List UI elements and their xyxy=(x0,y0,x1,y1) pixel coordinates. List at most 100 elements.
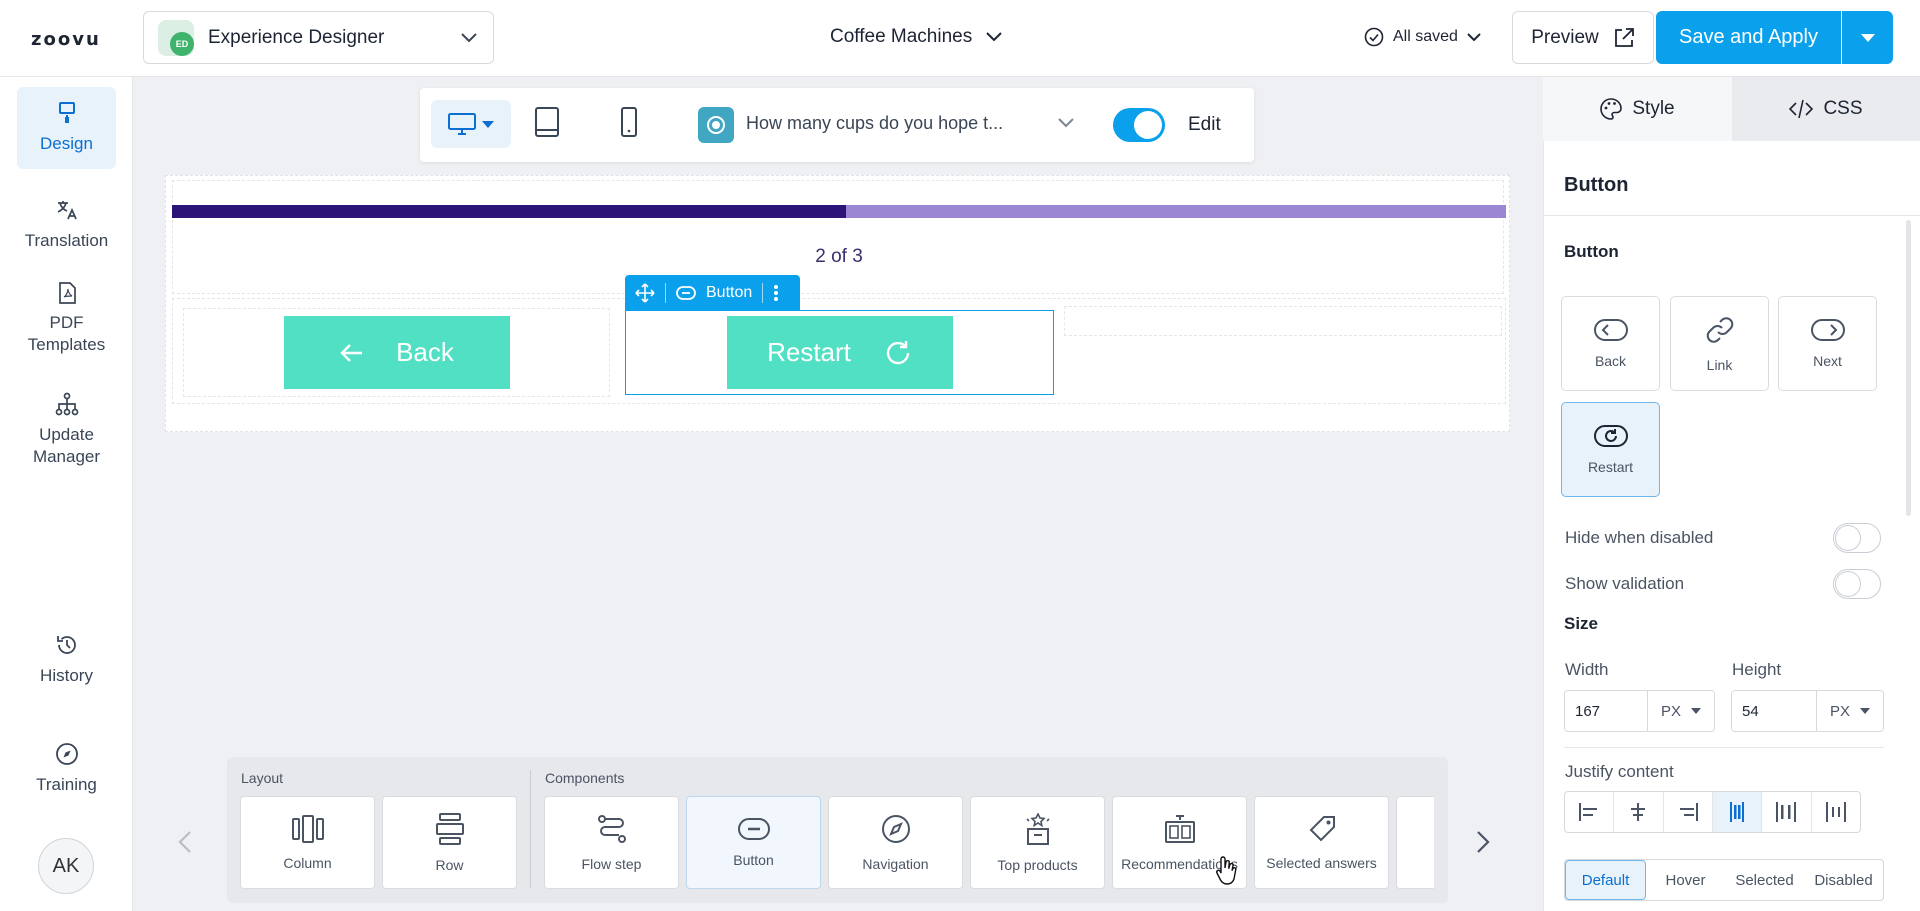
tab-css[interactable]: CSS xyxy=(1732,77,1920,141)
move-icon[interactable] xyxy=(635,282,655,303)
size-divider xyxy=(1564,747,1884,748)
component-partial[interactable] xyxy=(1396,796,1434,889)
link-icon xyxy=(1706,316,1733,343)
justify-start-button[interactable] xyxy=(1565,792,1615,832)
back-button[interactable]: Back xyxy=(284,316,510,389)
nav-translation-label: Translation xyxy=(24,231,109,250)
caret-down-icon xyxy=(1860,33,1875,42)
user-avatar[interactable]: AK xyxy=(38,838,94,894)
width-input[interactable]: 167 xyxy=(1565,691,1647,731)
panel-scrollbar[interactable] xyxy=(1906,220,1911,516)
history-icon xyxy=(56,636,76,654)
button-type-link-label: Link xyxy=(1706,356,1733,373)
restart-button[interactable]: Restart xyxy=(727,316,953,389)
chevron-down-icon xyxy=(986,32,1002,42)
state-tab-hover[interactable]: Hover xyxy=(1646,860,1725,900)
component-navigation[interactable]: Navigation xyxy=(828,796,963,889)
nav-history-label: History xyxy=(40,666,93,685)
state-tab-default[interactable]: Default xyxy=(1565,860,1646,900)
hide-when-disabled-toggle[interactable] xyxy=(1833,523,1881,553)
height-unit-select[interactable]: PX xyxy=(1816,691,1883,731)
button-icon xyxy=(676,285,696,300)
row-icon xyxy=(435,812,464,845)
flow-icon xyxy=(597,814,626,843)
preview-button[interactable]: Preview xyxy=(1512,11,1654,64)
question-selector[interactable]: How many cups do you hope t... xyxy=(746,113,1003,134)
height-field[interactable]: 54 PX xyxy=(1731,690,1884,732)
component-selected-answers[interactable]: Selected answers xyxy=(1254,796,1389,889)
width-field[interactable]: 167 PX xyxy=(1564,690,1715,732)
state-tab-selected[interactable]: Selected xyxy=(1725,860,1804,900)
justify-space-around-icon xyxy=(1825,802,1846,822)
selection-toolbar: Button xyxy=(625,275,800,310)
component-top-products-label: Top products xyxy=(997,856,1078,873)
chevron-down-icon[interactable] xyxy=(1058,118,1074,128)
save-options-button[interactable] xyxy=(1842,11,1893,64)
justify-stretch-button[interactable] xyxy=(1712,792,1763,832)
hierarchy-icon xyxy=(55,392,78,416)
nav-design-label: Design xyxy=(40,134,93,153)
hide-when-disabled-label: Hide when disabled xyxy=(1565,528,1714,547)
tab-style[interactable]: Style xyxy=(1543,77,1732,141)
justify-center-button[interactable] xyxy=(1614,792,1664,832)
back-button-label: Back xyxy=(396,337,454,367)
justify-space-between-button[interactable] xyxy=(1762,792,1812,832)
state-tab-disabled[interactable]: Disabled xyxy=(1804,860,1883,900)
button-type-next[interactable]: Next xyxy=(1778,296,1877,391)
refresh-icon xyxy=(886,340,910,364)
height-input[interactable]: 54 xyxy=(1732,691,1816,731)
zoovu-logo[interactable]: zoovu xyxy=(31,29,101,50)
component-top-products[interactable]: Top products xyxy=(970,796,1105,889)
save-and-apply-button[interactable]: Save and Apply xyxy=(1656,11,1841,64)
button-icon xyxy=(737,817,770,840)
more-vertical-icon[interactable] xyxy=(773,284,779,302)
hand-cursor-icon xyxy=(1215,855,1239,885)
compass-icon xyxy=(55,743,78,765)
tray-prev-button[interactable] xyxy=(178,830,192,854)
component-button[interactable]: Button xyxy=(686,796,821,889)
device-tablet-button[interactable] xyxy=(535,107,559,137)
app-selector[interactable]: ED Experience Designer xyxy=(143,11,494,64)
component-column[interactable]: Column xyxy=(240,796,375,889)
progress-text: 2 of 3 xyxy=(815,246,863,267)
nav-pdf-templates[interactable]: PDF Templates xyxy=(17,282,116,356)
justify-space-around-button[interactable] xyxy=(1812,792,1860,832)
tray-next-button[interactable] xyxy=(1476,830,1490,854)
palette-icon xyxy=(1600,98,1623,120)
paint-roller-icon xyxy=(58,102,75,123)
device-mobile-button[interactable] xyxy=(620,107,638,137)
button-type-restart[interactable]: Restart xyxy=(1561,402,1660,497)
mobile-icon xyxy=(621,107,637,137)
component-column-label: Column xyxy=(283,854,332,871)
nav-pdf-templates-label: PDF Templates xyxy=(27,313,106,354)
save-status[interactable]: All saved xyxy=(1364,27,1481,47)
chevron-left-icon xyxy=(178,831,191,853)
nav-translation[interactable]: Translation xyxy=(17,198,116,252)
progress-row[interactable] xyxy=(172,180,1504,294)
nav-history[interactable]: History xyxy=(17,633,116,687)
nav-training[interactable]: Training xyxy=(17,742,116,796)
justify-end-button[interactable] xyxy=(1664,792,1713,832)
justify-space-between-icon xyxy=(1776,802,1797,822)
button-type-link[interactable]: Link xyxy=(1670,296,1769,391)
app-selector-label: Experience Designer xyxy=(208,26,385,48)
column-slot-empty[interactable] xyxy=(1064,306,1502,336)
component-row[interactable]: Row xyxy=(382,796,517,889)
show-validation-toggle[interactable] xyxy=(1833,569,1881,599)
nav-design[interactable]: Design xyxy=(17,87,116,169)
external-link-icon xyxy=(1614,27,1634,47)
size-section-title: Size xyxy=(1564,614,1599,633)
edit-mode-toggle[interactable] xyxy=(1113,108,1165,142)
recommendations-icon xyxy=(1164,814,1195,843)
width-unit-select[interactable]: PX xyxy=(1647,691,1714,731)
nav-update-manager-label: Update Manager xyxy=(32,425,101,466)
justify-start-icon xyxy=(1579,803,1598,821)
justify-stretch-icon xyxy=(1730,802,1745,822)
nav-update-manager[interactable]: Update Manager xyxy=(17,392,116,468)
device-desktop-button[interactable] xyxy=(431,100,511,148)
project-selector[interactable]: Coffee Machines xyxy=(830,26,1002,48)
experience-designer-icon: ED xyxy=(158,19,194,56)
button-type-back[interactable]: Back xyxy=(1561,296,1660,391)
component-flow-step[interactable]: Flow step xyxy=(544,796,679,889)
button-type-restart-label: Restart xyxy=(1587,458,1634,475)
